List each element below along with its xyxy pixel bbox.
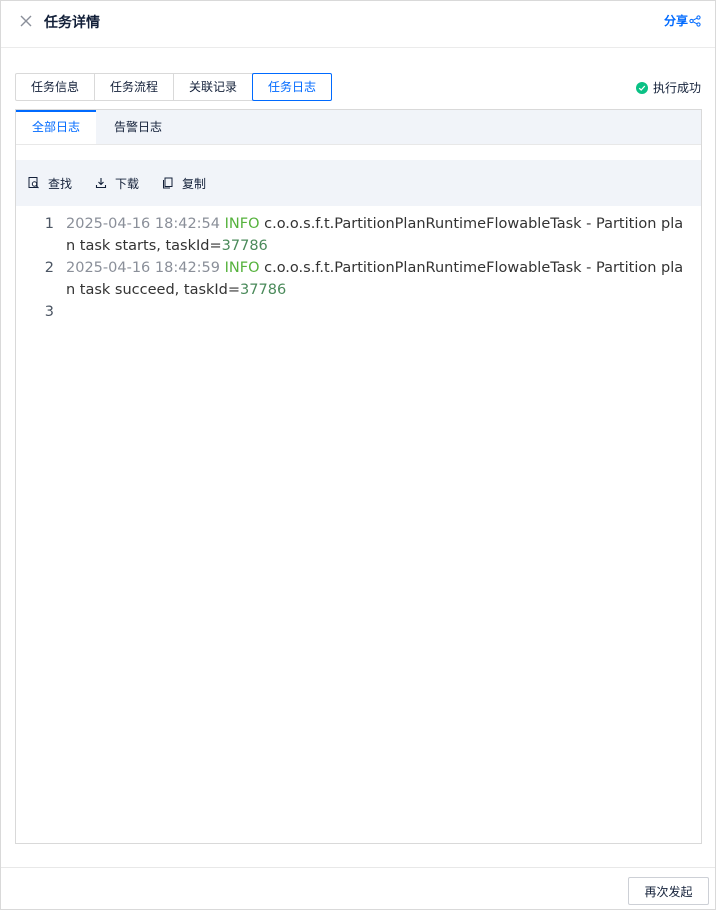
copy-label: 复制 bbox=[182, 176, 207, 191]
search-icon bbox=[28, 177, 39, 189]
page-title: 任务详情 bbox=[44, 15, 100, 31]
log-text: 2025-04-16 18:42:59 INFO c.o.o.s.f.t.Par… bbox=[66, 257, 686, 301]
log-task-id: 37786 bbox=[240, 282, 287, 298]
share-label: 分享 bbox=[663, 14, 688, 28]
tab-task-log[interactable]: 任务日志 bbox=[252, 73, 333, 101]
drawer-header: 任务详情 分享 bbox=[1, 1, 715, 48]
log-text: 2025-04-16 18:42:54 INFO c.o.o.s.f.t.Par… bbox=[66, 213, 686, 257]
share-button[interactable]: 分享 bbox=[664, 12, 701, 29]
status-label: 执行成功 bbox=[652, 81, 701, 95]
log-timestamp: 2025-04-16 18:42:54 bbox=[66, 216, 220, 232]
line-number: 1 bbox=[44, 216, 54, 232]
log-level: INFO bbox=[224, 260, 260, 276]
drawer-footer: 再次发起 bbox=[1, 867, 715, 909]
log-panel: 全部日志 告警日志 查找 下载 复制 1 2025-04-16 18:42:54… bbox=[15, 109, 702, 844]
tab-related-records[interactable]: 关联记录 bbox=[173, 73, 254, 101]
log-line: 3 bbox=[16, 301, 701, 323]
subtab-alert-logs[interactable]: 告警日志 bbox=[96, 110, 180, 144]
search-label: 查找 bbox=[48, 176, 73, 191]
log-content: 1 2025-04-16 18:42:54 INFO c.o.o.s.f.t.P… bbox=[16, 213, 701, 323]
copy-button[interactable]: 复制 bbox=[162, 175, 206, 192]
download-button[interactable]: 下载 bbox=[95, 175, 139, 192]
subtab-all-logs[interactable]: 全部日志 bbox=[16, 110, 96, 144]
close-icon[interactable] bbox=[18, 13, 34, 29]
resubmit-button[interactable]: 再次发起 bbox=[628, 877, 709, 905]
search-button[interactable]: 查找 bbox=[28, 175, 72, 192]
log-level: INFO bbox=[224, 216, 260, 232]
share-icon bbox=[689, 14, 701, 27]
download-icon bbox=[95, 178, 107, 189]
log-line: 1 2025-04-16 18:42:54 INFO c.o.o.s.f.t.P… bbox=[16, 213, 701, 257]
copy-icon bbox=[163, 177, 173, 189]
line-number: 3 bbox=[44, 304, 54, 320]
line-number: 2 bbox=[44, 260, 54, 276]
status-badge: 执行成功 bbox=[635, 79, 701, 96]
log-task-id: 37786 bbox=[221, 238, 268, 254]
task-tabs: 任务信息 任务流程 关联记录 任务日志 bbox=[15, 73, 333, 101]
download-label: 下载 bbox=[115, 176, 140, 191]
log-subtabs: 全部日志 告警日志 bbox=[16, 110, 701, 145]
task-detail-drawer: 任务详情 分享 任务信息 任务流程 关联记录 任务日志 执行成功 全部日志 告警… bbox=[0, 0, 716, 910]
tab-task-flow[interactable]: 任务流程 bbox=[94, 73, 175, 101]
log-line: 2 2025-04-16 18:42:59 INFO c.o.o.s.f.t.P… bbox=[16, 257, 701, 301]
log-timestamp: 2025-04-16 18:42:59 bbox=[66, 260, 220, 276]
log-toolbar: 查找 下载 复制 bbox=[16, 160, 701, 206]
tab-task-info[interactable]: 任务信息 bbox=[15, 73, 96, 101]
check-circle-icon bbox=[635, 81, 648, 94]
